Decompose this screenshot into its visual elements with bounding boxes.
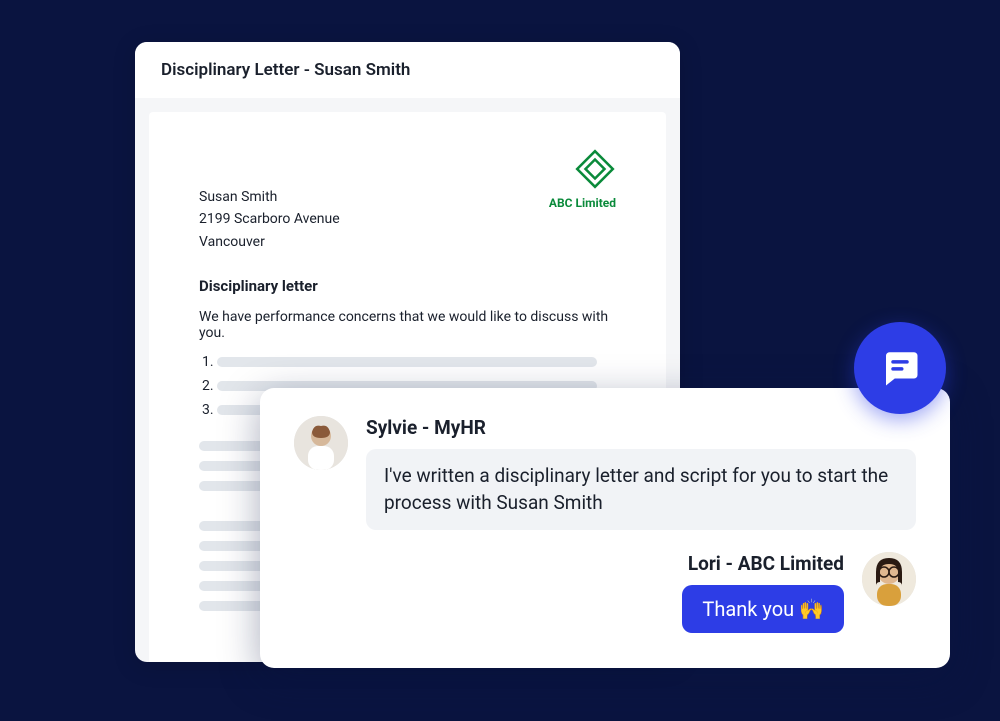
- list-item: [217, 355, 616, 369]
- chat-message-left: Sylvie - MyHR I've written a disciplinar…: [294, 416, 916, 530]
- message-column: Lori - ABC Limited Thank you 🙌: [682, 552, 844, 633]
- company-logo-icon: [574, 148, 616, 190]
- company-name: ABC Limited: [549, 196, 616, 210]
- recipient-city: Vancouver: [199, 231, 616, 253]
- chat-message-right: Lori - ABC Limited Thank you 🙌: [294, 552, 916, 633]
- chat-card: Sylvie - MyHR I've written a disciplinar…: [260, 388, 950, 668]
- document-heading: Disciplinary letter: [199, 277, 616, 295]
- message-bubble[interactable]: Thank you 🙌: [682, 585, 844, 633]
- avatar: [294, 416, 348, 470]
- message-bubble: I've written a disciplinary letter and s…: [366, 449, 916, 530]
- document-title: Disciplinary Letter - Susan Smith: [161, 60, 410, 80]
- document-intro: We have performance concerns that we wou…: [199, 309, 616, 341]
- recipient-street: 2199 Scarboro Avenue: [199, 208, 616, 230]
- placeholder-line: [217, 357, 597, 367]
- message-column: Sylvie - MyHR I've written a disciplinar…: [366, 416, 916, 530]
- chat-button[interactable]: [854, 322, 946, 414]
- sender-name: Lori - ABC Limited: [688, 552, 844, 575]
- sender-name: Sylvie - MyHR: [366, 416, 916, 439]
- document-title-bar: Disciplinary Letter - Susan Smith: [135, 42, 680, 98]
- chat-icon: [879, 347, 921, 389]
- avatar: [862, 552, 916, 606]
